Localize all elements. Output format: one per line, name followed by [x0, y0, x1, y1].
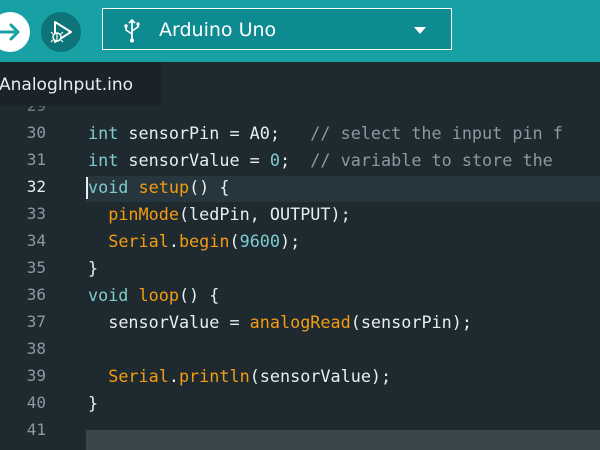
- code-text: }: [88, 393, 99, 413]
- debug-button[interactable]: [41, 12, 81, 52]
- code-function: Serial: [108, 231, 169, 251]
- tab-analoginput[interactable]: AnalogInput.ino: [0, 62, 162, 106]
- code-line: int sensorValue = 0; // variable to stor…: [88, 150, 553, 170]
- code-line: Serial.println(sensorValue);: [88, 366, 391, 386]
- code-text: () {: [189, 177, 230, 197]
- code-comment: // variable to store the: [310, 150, 553, 170]
- line-number: 33: [26, 204, 46, 223]
- code-keyword: int: [88, 123, 119, 143]
- code-line: void loop() {: [88, 285, 219, 305]
- line-number-gutter: 29 30 31 32 33 34 35 36 37 38 39 40 41: [0, 106, 86, 450]
- line-number: 38: [26, 339, 46, 358]
- code-line: }: [88, 258, 98, 278]
- line-number: 40: [26, 393, 46, 412]
- code-function: println: [178, 366, 250, 386]
- toolbar: Arduino Uno: [0, 0, 600, 62]
- line-number: 34: [26, 231, 46, 250]
- tab-bar: AnalogInput.ino: [0, 62, 600, 106]
- code-text: ;: [279, 150, 311, 170]
- line-number: 41: [26, 420, 46, 439]
- code-line: pinMode(ledPin, OUTPUT);: [88, 204, 351, 224]
- horizontal-scrollbar[interactable]: [86, 430, 600, 450]
- code-line: void setup() {: [88, 177, 229, 197]
- code-function: Serial: [108, 366, 169, 386]
- line-number: 36: [26, 285, 46, 304]
- code-text: }: [88, 258, 99, 278]
- code-comment: // select the input pin f: [310, 123, 563, 143]
- code-function: begin: [178, 231, 230, 251]
- tab-label: AnalogInput.ino: [0, 75, 134, 95]
- code-function: pinMode: [108, 204, 179, 224]
- code-text: (sensorPin);: [350, 312, 472, 332]
- code-function: setup: [138, 177, 190, 197]
- chevron-down-icon[interactable]: [413, 26, 427, 35]
- code-function: analogRead: [249, 312, 351, 332]
- line-number: 31: [26, 150, 46, 169]
- code-line: }: [88, 393, 98, 413]
- code-number: 0: [269, 150, 280, 170]
- code-text: sensorValue =: [108, 312, 250, 332]
- line-number: 39: [26, 366, 46, 385]
- board-name: Arduino Uno: [159, 19, 277, 41]
- code-text: (: [229, 231, 240, 251]
- line-number: 29: [0, 106, 46, 116]
- usb-icon: [124, 19, 140, 43]
- code-line: int sensorPin = A0; // select the input …: [88, 123, 563, 143]
- line-number: 37: [26, 312, 46, 331]
- code-text: .: [168, 366, 179, 386]
- line-number: 30: [26, 123, 46, 142]
- code-text: (sensorValue);: [249, 366, 392, 386]
- code-text: () {: [178, 285, 220, 305]
- code-keyword: void: [88, 285, 129, 305]
- code-text: (ledPin, OUTPUT);: [178, 204, 351, 224]
- code-editor[interactable]: 29 30 31 32 33 34 35 36 37 38 39 40 41 i…: [0, 106, 600, 450]
- code-text: .: [168, 231, 179, 251]
- code-text: );: [280, 231, 301, 251]
- code-function: loop: [138, 285, 179, 305]
- line-number: 32: [26, 177, 46, 196]
- debug-play-icon: [50, 21, 72, 43]
- code-text: sensorPin = A0;: [118, 123, 311, 143]
- arrow-right-icon: [0, 23, 20, 41]
- code-keyword: int: [88, 150, 119, 170]
- code-text: sensorValue =: [118, 150, 270, 170]
- code-keyword: void: [88, 177, 129, 197]
- code-number: 9600: [239, 231, 281, 251]
- board-selector[interactable]: Arduino Uno: [102, 8, 452, 50]
- line-number: 35: [26, 258, 46, 277]
- code-line: Serial.begin(9600);: [88, 231, 300, 251]
- verify-button[interactable]: [0, 12, 30, 52]
- code-line: sensorValue = analogRead(sensorPin);: [88, 312, 472, 332]
